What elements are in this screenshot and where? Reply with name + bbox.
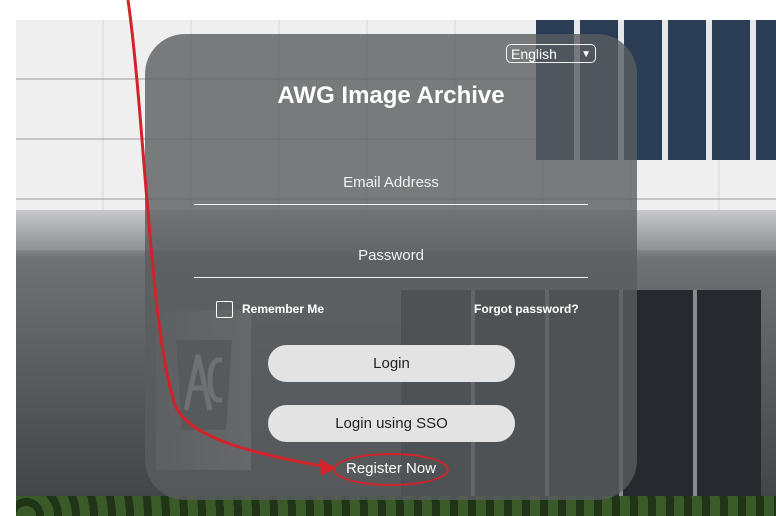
annotation-arrow [126, 0, 336, 476]
annotation-arrow-head [320, 459, 336, 476]
annotation-arrow-line [126, 0, 334, 470]
